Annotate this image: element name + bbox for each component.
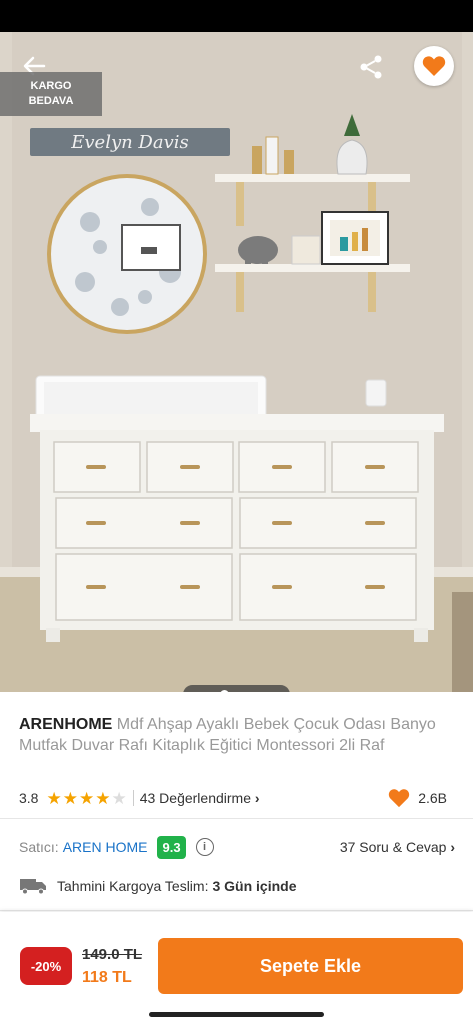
- likes[interactable]: 2.6B: [388, 788, 447, 808]
- section-divider: [0, 910, 473, 911]
- star-icon: ★: [46, 788, 62, 808]
- star-icon: ★: [62, 788, 78, 808]
- star-empty-icon: ★: [111, 788, 127, 808]
- share-icon: [360, 55, 382, 79]
- badge-line-1: KARGO: [30, 80, 72, 92]
- product-brand[interactable]: ARENHOME: [19, 716, 112, 733]
- rating-stars: ★ ★ ★ ★ ★: [46, 790, 126, 807]
- questions-link[interactable]: 37 Soru & Cevap ›: [340, 839, 455, 855]
- carousel-dot[interactable]: [235, 691, 241, 692]
- carousel-dot-active[interactable]: [220, 690, 229, 692]
- info-icon[interactable]: i: [195, 838, 214, 856]
- truck-icon: [20, 879, 46, 895]
- likes-count: 2.6B: [418, 790, 447, 806]
- qa-label: 37 Soru & Cevap: [339, 839, 447, 855]
- heart-icon: [389, 789, 410, 808]
- chevron-right-icon: ›: [450, 839, 455, 855]
- add-to-cart-button[interactable]: Sepete Ekle: [158, 938, 463, 994]
- section-divider: [0, 818, 473, 819]
- badge-line-2: BEDAVA: [28, 95, 74, 107]
- carousel-dot[interactable]: [247, 691, 253, 692]
- divider: [132, 790, 134, 806]
- home-indicator[interactable]: [149, 1012, 324, 1017]
- carousel-dot[interactable]: [259, 691, 265, 692]
- old-price: 149.0 TL: [82, 946, 143, 963]
- free-shipping-badge: KARGO BEDAVA: [0, 72, 102, 116]
- reviews-count: 43 Değerlendirme: [139, 790, 252, 806]
- reviews-link[interactable]: 43 Değerlendirme ›: [140, 790, 260, 806]
- current-price: 118 TL: [82, 969, 132, 986]
- product-image[interactable]: Evelyn Davis: [0, 32, 473, 692]
- chevron-right-icon: ›: [254, 790, 260, 806]
- carousel-indicator[interactable]: [183, 685, 290, 692]
- shipping-label: Tahmini Kargoya Teslim:: [57, 878, 209, 894]
- sign-text: Evelyn Davis: [70, 132, 189, 153]
- product-title: ARENHOME Mdf Ahşap Ayaklı Bebek Çocuk Od…: [19, 714, 449, 756]
- product-photo: Evelyn Davis: [0, 32, 473, 692]
- share-button[interactable]: [356, 52, 386, 82]
- rating-value: 3.8: [19, 790, 39, 806]
- seller-name[interactable]: AREN HOME: [63, 839, 148, 855]
- heart-icon: [422, 56, 446, 76]
- discount-badge: -20%: [20, 947, 72, 985]
- rating-row: 3.8 ★ ★ ★ ★ ★ 43 Değerlendirme › 2.6B: [19, 788, 459, 808]
- shipping-value: 3 Gün içinde: [212, 878, 297, 894]
- star-icon: ★: [95, 788, 111, 808]
- shipping-row: Tahmini Kargoya Teslim: 3 Gün içinde: [19, 876, 459, 896]
- seller-row: Satıcı: AREN HOME 9.3 i 37 Soru & Cevap …: [19, 834, 459, 860]
- status-bar: [0, 0, 473, 32]
- carousel-dot[interactable]: [208, 691, 214, 692]
- star-icon: ★: [78, 788, 95, 808]
- seller-label: Satıcı:: [19, 839, 59, 855]
- seller-score-badge: 9.3: [157, 835, 186, 859]
- favorite-button[interactable]: [414, 46, 454, 86]
